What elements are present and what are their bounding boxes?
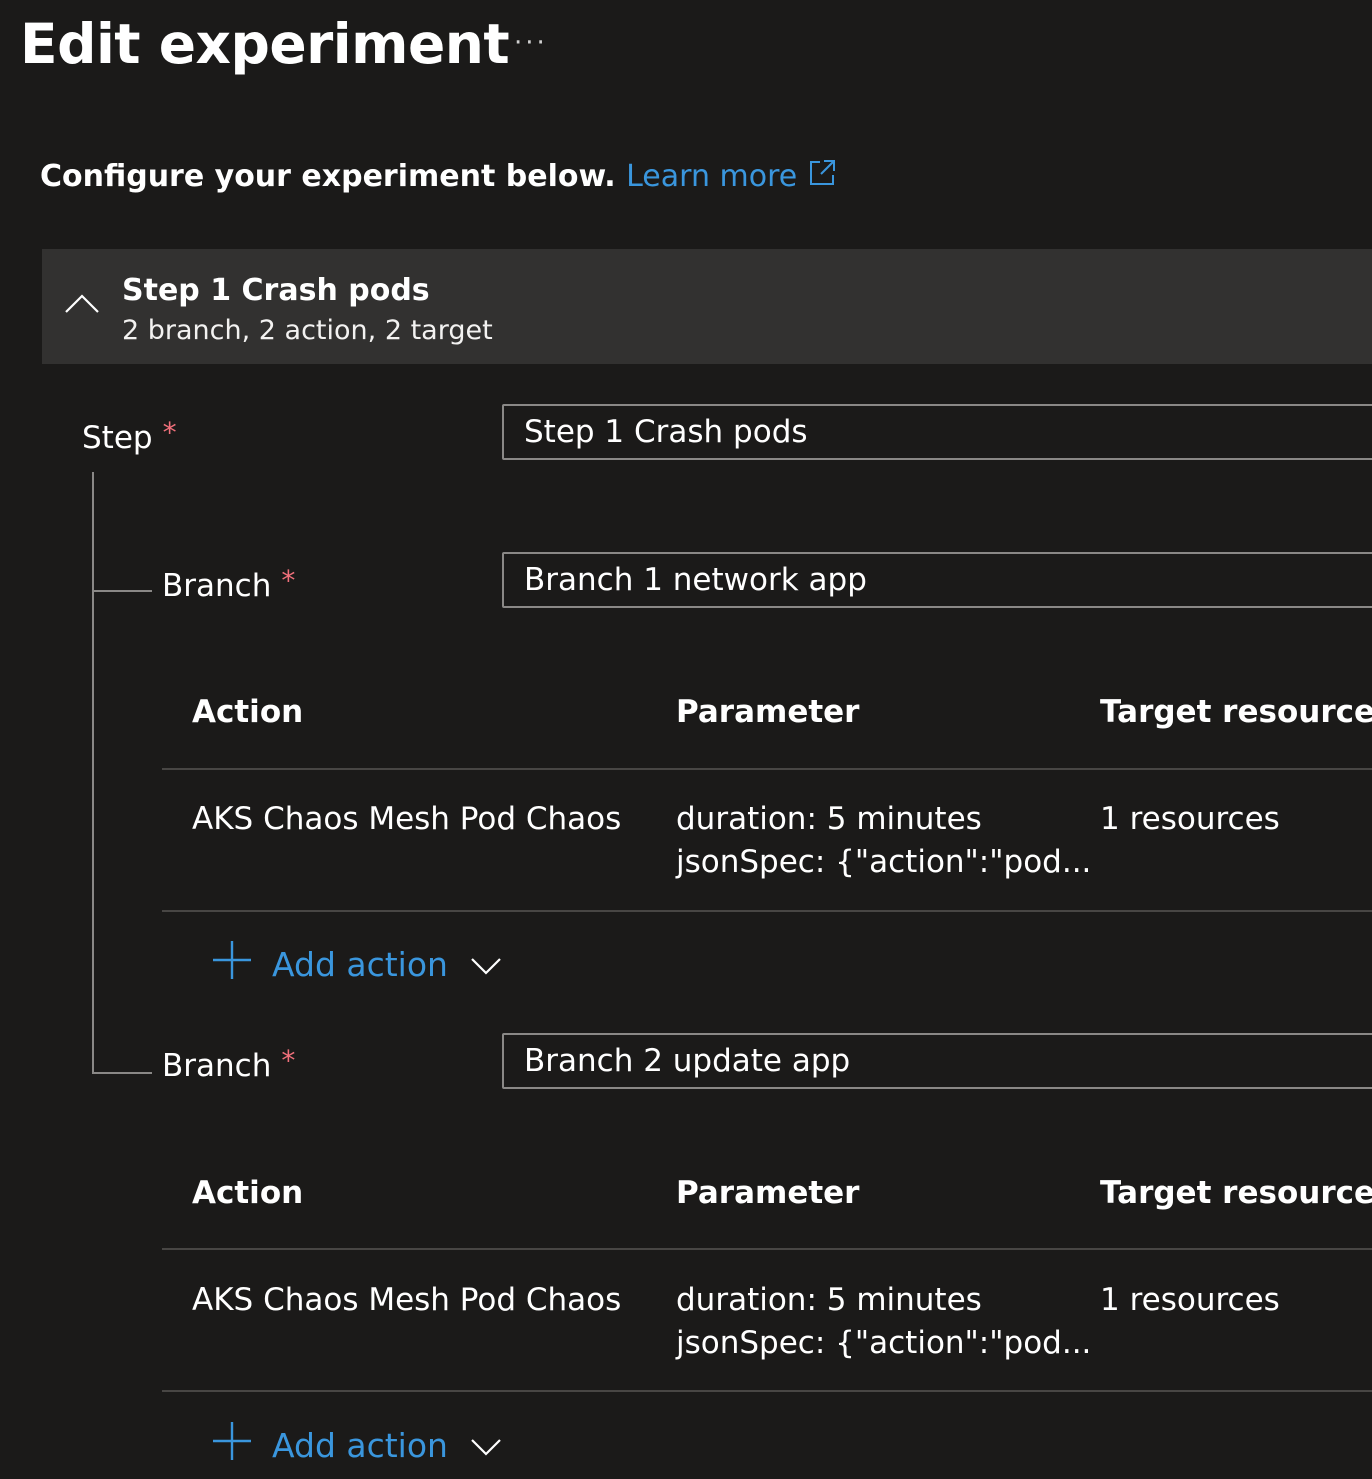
action-name-cell[interactable]: AKS Chaos Mesh Pod Chaos xyxy=(192,798,621,841)
tree-connector-branch-2 xyxy=(92,1072,152,1074)
step-label: Step * xyxy=(82,416,177,456)
step-header-title: Step 1 Crash pods xyxy=(122,273,430,308)
plus-icon xyxy=(212,1421,252,1469)
chevron-down-icon xyxy=(470,945,502,984)
required-indicator: * xyxy=(281,1044,296,1077)
add-action-label: Add action xyxy=(272,944,448,984)
branch-label-text: Branch xyxy=(162,568,272,604)
action-name-cell[interactable]: AKS Chaos Mesh Pod Chaos xyxy=(192,1279,621,1322)
external-link-icon xyxy=(807,158,837,196)
parameter-duration-cell: duration: 5 minutes xyxy=(676,801,982,837)
table-row-divider xyxy=(162,910,1372,912)
table-row-divider xyxy=(162,1390,1372,1392)
column-header-target-resources: Target resources xyxy=(1100,1175,1372,1211)
parameter-duration-cell: duration: 5 minutes xyxy=(676,1282,982,1318)
chevron-up-icon[interactable] xyxy=(64,293,100,319)
branch-label-text: Branch xyxy=(162,1048,272,1084)
add-action-button[interactable]: Add action xyxy=(212,1421,502,1469)
branch-2-name-input[interactable]: Branch 2 update app xyxy=(502,1033,1372,1089)
step-name-input[interactable]: Step 1 Crash pods xyxy=(502,404,1372,460)
tree-connector-branch-1 xyxy=(92,590,152,592)
column-header-target-resources: Target resources xyxy=(1100,694,1372,730)
branch-2-label: Branch * xyxy=(162,1044,295,1084)
column-header-parameter: Parameter xyxy=(676,1175,860,1211)
page-title: Edit experiment xyxy=(20,12,510,76)
learn-more-label: Learn more xyxy=(626,159,798,194)
more-options-button[interactable]: ··· xyxy=(514,28,548,58)
step-header[interactable]: Step 1 Crash pods 2 branch, 2 action, 2 … xyxy=(42,249,1372,364)
parameter-jsonspec-cell: jsonSpec: {"action":"pod... xyxy=(676,844,1092,880)
add-action-button[interactable]: Add action xyxy=(212,940,502,988)
required-indicator: * xyxy=(281,564,296,597)
column-header-action: Action xyxy=(192,694,304,730)
intro-text: Configure your experiment below. xyxy=(40,159,616,194)
plus-icon xyxy=(212,940,252,988)
branch-1-label: Branch * xyxy=(162,564,295,604)
required-indicator: * xyxy=(162,416,177,449)
intro-text-line: Configure your experiment below. Learn m… xyxy=(40,158,837,196)
tree-connector-vertical xyxy=(92,472,94,1074)
target-resources-cell[interactable]: 1 resources xyxy=(1100,798,1280,841)
chevron-down-icon xyxy=(470,1426,502,1465)
column-header-parameter: Parameter xyxy=(676,694,860,730)
add-action-label: Add action xyxy=(272,1425,448,1465)
step-label-text: Step xyxy=(82,420,153,456)
target-resources-cell[interactable]: 1 resources xyxy=(1100,1279,1280,1322)
learn-more-link[interactable]: Learn more xyxy=(626,159,837,194)
column-header-action: Action xyxy=(192,1175,304,1211)
parameter-jsonspec-cell: jsonSpec: {"action":"pod... xyxy=(676,1325,1092,1361)
step-header-summary: 2 branch, 2 action, 2 target xyxy=(122,315,493,346)
branch-1-name-input[interactable]: Branch 1 network app xyxy=(502,552,1372,608)
